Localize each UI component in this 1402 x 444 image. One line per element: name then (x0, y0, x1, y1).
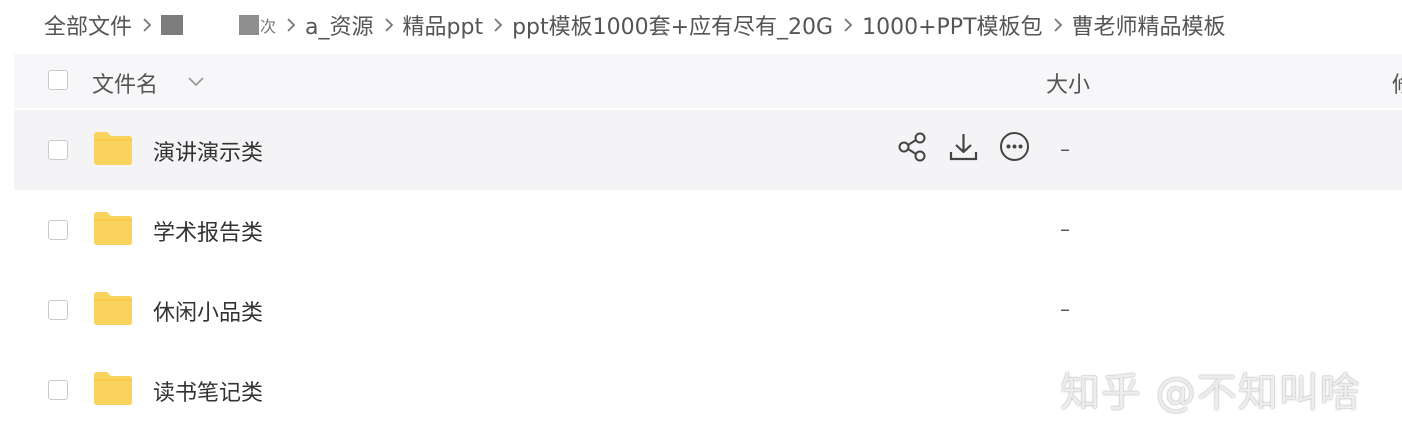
breadcrumb: 全部文件 次 a_资源 精品ppt ppt模板1000套+应有尽有_20G 10… (44, 0, 1226, 50)
folder-icon (94, 212, 132, 245)
folder-icon (94, 372, 132, 405)
chevron-down-icon[interactable] (187, 73, 205, 92)
folder-icon (94, 132, 132, 165)
chevron-right-icon (142, 17, 152, 33)
redaction-block (239, 15, 260, 35)
row-actions (896, 130, 1031, 163)
breadcrumb-all-files[interactable]: 全部文件 (44, 9, 132, 41)
file-row[interactable]: 休闲小品类 – (14, 270, 1402, 350)
file-list-header: 文件名 大小 修 (14, 54, 1402, 108)
row-checkbox[interactable] (48, 300, 68, 320)
file-row[interactable]: 演讲演示类 – (14, 110, 1402, 190)
breadcrumb-redacted-folder[interactable]: 次 (161, 13, 276, 37)
share-icon[interactable] (896, 130, 929, 163)
redacted-tail-text: 次 (260, 17, 277, 36)
file-size: – (1060, 217, 1070, 241)
select-all-checkbox[interactable] (48, 70, 68, 90)
file-name[interactable]: 演讲演示类 (153, 135, 263, 167)
file-size: – (1060, 297, 1070, 321)
download-icon[interactable] (947, 130, 980, 163)
breadcrumb-a-resources[interactable]: a_资源 (305, 9, 373, 41)
folder-icon (94, 292, 132, 325)
file-name[interactable]: 学术报告类 (153, 215, 263, 247)
more-icon[interactable] (998, 130, 1031, 163)
breadcrumb-ppt-pack[interactable]: 1000+PPT模板包 (862, 9, 1042, 41)
breadcrumb-premium-ppt[interactable]: 精品ppt (403, 9, 484, 41)
chevron-right-icon (384, 17, 394, 33)
chevron-right-icon (1053, 17, 1063, 33)
row-checkbox[interactable] (48, 140, 68, 160)
chevron-right-icon (843, 17, 853, 33)
chevron-right-icon (493, 17, 503, 33)
redaction-block (161, 15, 184, 35)
column-header-modified[interactable]: 修 (1392, 67, 1402, 99)
watermark: 知乎 @不知叫啥 (1060, 370, 1361, 416)
chevron-right-icon (286, 17, 296, 33)
column-header-size[interactable]: 大小 (1046, 67, 1090, 99)
column-header-filename[interactable]: 文件名 (92, 67, 158, 99)
file-size: – (1060, 137, 1070, 161)
breadcrumb-ppt-templates-1000[interactable]: ppt模板1000套+应有尽有_20G (512, 9, 833, 41)
row-checkbox[interactable] (48, 380, 68, 400)
row-checkbox[interactable] (48, 220, 68, 240)
breadcrumb-current-folder: 曹老师精品模板 (1071, 15, 1226, 40)
file-name[interactable]: 休闲小品类 (153, 295, 263, 327)
file-name[interactable]: 读书笔记类 (153, 375, 263, 407)
file-row[interactable]: 学术报告类 – (14, 190, 1402, 270)
